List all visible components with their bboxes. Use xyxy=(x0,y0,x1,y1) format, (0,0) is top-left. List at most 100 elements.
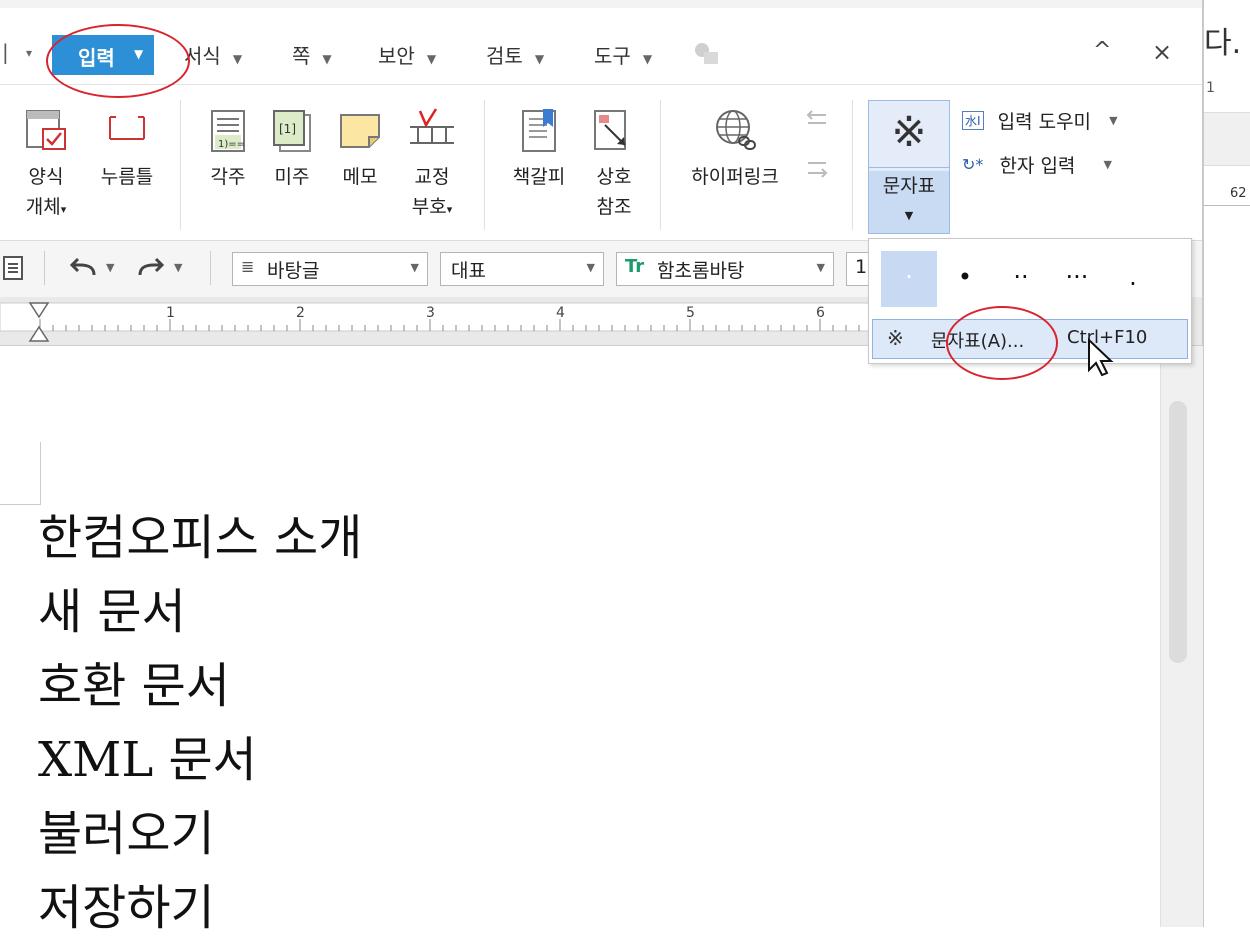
menu-edge-separator: | xyxy=(2,40,9,64)
cross-reference-label-1: 상호 xyxy=(596,166,632,188)
input-helper-label: 입력 도우미 xyxy=(997,111,1092,133)
ruler-mark: 6 xyxy=(816,305,825,321)
press-field-label: 누름틀 xyxy=(100,166,154,188)
proofread-label-2: 부호▾ xyxy=(411,196,453,218)
symbol-ellipsis[interactable]: ··· xyxy=(1049,251,1105,307)
bookmark-label: 책갈피 xyxy=(512,166,566,188)
font-select-value: 함초롬바탕 xyxy=(657,260,745,282)
cross-reference-icon xyxy=(594,110,626,150)
symbol-two-dots[interactable]: ·· xyxy=(993,251,1049,307)
press-field-button[interactable]: 누름틀 xyxy=(92,107,162,192)
document-line[interactable]: 저장하기 xyxy=(38,868,215,938)
char-map-split-button[interactable]: ※ 문자표 ▼ xyxy=(868,100,950,234)
symbol-period[interactable]: . xyxy=(1105,251,1161,307)
endnote-icon: [1] xyxy=(273,110,311,152)
chevron-down-icon[interactable]: ▼ xyxy=(106,261,114,274)
document-line[interactable]: 호환 문서 xyxy=(38,646,230,716)
close-button[interactable]: × xyxy=(1152,38,1172,66)
menu-security[interactable]: 보안 ▼ xyxy=(378,40,436,69)
annotation-circle-char-map xyxy=(946,306,1058,380)
style-select[interactable]: ≣ 바탕글 ▼ xyxy=(232,252,428,286)
ribbon-separator xyxy=(484,100,485,230)
memo-button[interactable]: 메모 xyxy=(330,107,390,192)
form-object-button[interactable]: 양식 개체▾ xyxy=(14,107,78,225)
chevron-down-icon: ▼ xyxy=(816,261,825,274)
input-helper-icon: 水I xyxy=(962,111,984,130)
page-corner-marker xyxy=(0,442,41,505)
symbol-bullet[interactable]: • xyxy=(937,251,993,307)
document-view-icon[interactable] xyxy=(2,255,26,281)
footnote-button[interactable]: 1)== 각주 xyxy=(198,107,258,192)
memo-label: 메모 xyxy=(342,166,378,188)
hanja-icon: ↻* xyxy=(962,155,984,174)
bookmark-icon xyxy=(522,109,556,152)
scrollbar-thumb[interactable] xyxy=(1169,401,1187,663)
svg-text:1)==: 1)== xyxy=(218,139,245,150)
proofread-button[interactable]: 교정 부호▾ xyxy=(400,107,464,225)
svg-text:[1]: [1] xyxy=(279,122,296,136)
document-area[interactable]: 한컴오피스 소개 새 문서 호환 문서 XML 문서 불러오기 저장하기 xyxy=(0,346,1203,936)
footnote-icon: 1)== xyxy=(211,110,245,152)
chevron-down-icon: ▼ xyxy=(322,52,332,66)
hanja-input-button[interactable]: ↻* 한자 입력 ▼ xyxy=(962,151,1112,183)
hyperlink-label: 하이퍼링크 xyxy=(691,166,779,188)
endnote-button[interactable]: [1] 미주 xyxy=(262,107,322,192)
cross-reference-button[interactable]: 상호 참조 xyxy=(584,107,644,222)
reference-mark-icon: ※ xyxy=(887,326,904,350)
ribbon-separator xyxy=(180,100,181,230)
chevron-down-icon: ▼ xyxy=(232,52,243,66)
menu-review[interactable]: 검토 ▼ xyxy=(486,40,544,69)
menu-security-label: 보안 xyxy=(378,44,415,68)
paragraph-style-icon: ≣ xyxy=(241,257,255,276)
background-number: 1 xyxy=(1206,80,1215,96)
redo-icon[interactable] xyxy=(134,257,166,281)
form-object-icon xyxy=(26,110,66,150)
ruler-mark: 5 xyxy=(686,305,695,321)
ruler-ticks xyxy=(0,302,870,342)
symbol-middle-dot[interactable]: · xyxy=(881,251,937,307)
ribbon: 양식 개체▾ 누름틀 1)== 각주 [1] 미주 메모 교정 부호▾ 책갈피 … xyxy=(0,85,1202,241)
char-map-dropdown-trigger[interactable]: 문자표 ▼ xyxy=(869,171,949,233)
hanja-input-label: 한자 입력 xyxy=(999,155,1076,177)
chevron-down-icon: ▼ xyxy=(1109,114,1118,127)
share-icon[interactable] xyxy=(692,40,722,66)
chevron-down-icon: ▼ xyxy=(904,209,914,222)
chevron-down-icon[interactable]: ▼ xyxy=(174,261,182,274)
language-select[interactable]: 대표 ▼ xyxy=(440,252,604,286)
toolbar-separator xyxy=(210,251,211,285)
font-select[interactable]: Tr 함초롬바탕 ▼ xyxy=(616,252,834,286)
menu-page[interactable]: 쪽 ▼ xyxy=(292,40,332,69)
ribbon-separator xyxy=(852,100,853,230)
menu-format[interactable]: 서식 ▼ xyxy=(184,40,242,69)
menu-overflow-arrow[interactable]: ▾ xyxy=(26,46,32,60)
cross-reference-label-2: 참조 xyxy=(596,196,632,218)
link-next-icon[interactable] xyxy=(804,155,832,187)
mouse-cursor-icon xyxy=(1088,338,1114,377)
annotation-circle-insert-menu xyxy=(46,24,190,98)
background-text: 다. xyxy=(1204,26,1242,61)
undo-icon[interactable] xyxy=(68,257,100,281)
document-line[interactable]: 새 문서 xyxy=(38,572,186,642)
link-prev-icon[interactable] xyxy=(804,107,832,135)
vertical-scrollbar[interactable] xyxy=(1160,346,1203,927)
bookmark-button[interactable]: 책갈피 xyxy=(504,107,574,192)
split-divider xyxy=(869,167,949,168)
chevron-down-icon: ▼ xyxy=(1103,158,1112,171)
press-field-icon xyxy=(109,116,145,140)
document-line[interactable]: 불러오기 xyxy=(38,794,215,864)
ruler-mark: 1 xyxy=(166,305,175,321)
ruler-mark: 3 xyxy=(426,305,435,321)
endnote-label: 미주 xyxy=(274,166,310,188)
proofread-icon xyxy=(410,108,454,144)
hyperlink-button[interactable]: 하이퍼링크 xyxy=(676,107,794,192)
language-select-value: 대표 xyxy=(451,260,486,282)
reference-mark-icon: ※ xyxy=(891,107,927,156)
document-line[interactable]: 한컴오피스 소개 xyxy=(38,498,362,568)
chevron-down-icon: ▼ xyxy=(426,52,437,66)
chevron-down-icon: ▼ xyxy=(586,261,595,274)
form-object-label-2: 개체▾ xyxy=(25,196,67,218)
menu-tools[interactable]: 도구 ▼ xyxy=(594,40,652,69)
document-line[interactable]: XML 문서 xyxy=(38,720,257,790)
collapse-ribbon-button[interactable]: ^ xyxy=(1093,38,1111,63)
input-helper-button[interactable]: 水I 입력 도우미 ▼ xyxy=(962,107,1118,139)
